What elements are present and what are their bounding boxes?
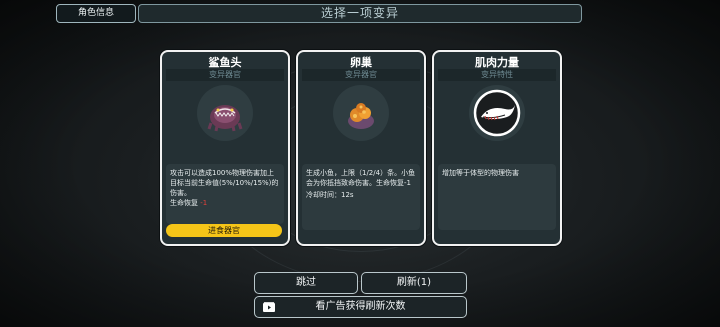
shark-head-icon — [207, 105, 243, 132]
regen-value: -1 — [200, 199, 208, 207]
video-ad-icon — [263, 302, 275, 312]
eat-organ-button[interactable]: 进食器官 — [166, 224, 282, 237]
card-description: 生成小鱼，上限（1/2/4）条。小鱼会为你抵挡致命伤害。生命恢复-1 冷却时间：… — [302, 164, 420, 230]
icon-frame — [197, 85, 253, 141]
whale-icon — [473, 89, 521, 137]
icon-frame — [333, 85, 389, 141]
card-subtitle: 变异特性 — [438, 69, 556, 81]
mutation-card-muscle-strength[interactable]: 肌肉力量 变异特性 增加等于体型的物理伤害 — [432, 50, 562, 246]
card-description: 增加等于体型的物理伤害 — [438, 164, 556, 230]
card-subtitle: 变异器官 — [166, 69, 284, 81]
description-text: 增加等于体型的物理伤害 — [442, 169, 519, 177]
card-description: 攻击可以造成100%物理伤害加上目标当前生命值(5%/10%/15%)的伤害。 … — [166, 164, 284, 224]
character-info-button[interactable]: 角色信息 — [56, 4, 136, 23]
card-title: 卵巢 — [350, 56, 372, 69]
skip-button[interactable]: 跳过 — [254, 272, 358, 294]
mutation-card-ovary[interactable]: 卵巢 变异器官 生成小鱼，上限（1/2/4）条。小鱼会为你抵挡致命伤害。生命恢复… — [296, 50, 426, 246]
icon-frame — [469, 85, 525, 141]
description-text: 生成小鱼，上限（1/2/4）条。小鱼会为你抵挡致命伤害。生命恢复-1 — [306, 169, 416, 187]
description-text: 攻击可以造成100%物理伤害加上目标当前生命值(5%/10%/15%)的伤害。 — [170, 169, 279, 197]
page-title: 选择一项变异 — [138, 4, 582, 23]
cooldown-text: 冷却时间：12s — [306, 191, 354, 199]
card-title: 鲨鱼头 — [208, 56, 242, 69]
ovary-icon — [348, 103, 374, 129]
card-subtitle: 变异器官 — [302, 69, 420, 81]
card-title: 肌肉力量 — [475, 56, 519, 69]
watch-ad-refresh-button[interactable]: 看广告获得刷新次数 — [254, 296, 467, 318]
regen-line: 生命恢复 -1 — [170, 198, 280, 208]
watch-ad-label: 看广告获得刷新次数 — [315, 301, 406, 312]
refresh-button[interactable]: 刷新(1) — [361, 272, 467, 294]
mutation-card-shark-head[interactable]: 鲨鱼头 变异器官 攻击可以造成100%物理伤害加上目标当前生命值(5%/10%/… — [160, 50, 290, 246]
regen-label: 生命恢复 — [170, 199, 198, 207]
